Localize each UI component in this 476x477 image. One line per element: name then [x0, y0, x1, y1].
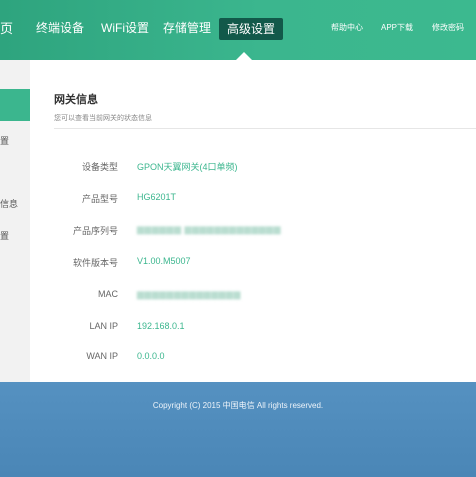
sidebar-item-5[interactable]: 信息: [0, 197, 30, 210]
nav-advanced-settings[interactable]: 高级设置: [219, 18, 284, 40]
serial-number-value: ▆▆▆▆▆▆ ▆▆▆▆▆▆▆▆▆▆▆▆▆: [137, 224, 282, 234]
device-type-value: GPON天翼网关(4口单频): [137, 162, 238, 172]
panel-title: 网关信息: [54, 94, 98, 106]
serial-number-label: 产品序列号: [72, 226, 118, 236]
device-type-label: 设备类型: [81, 162, 118, 172]
sidebar-item-1[interactable]: [0, 70, 30, 86]
sidebar: 置 信息 置: [0, 60, 30, 382]
sidebar-item-gateway-info[interactable]: [0, 89, 30, 121]
sidebar-item-3[interactable]: 置: [0, 134, 30, 147]
sidebar-item-6[interactable]: 置: [0, 229, 30, 242]
brand-title: 页: [0, 21, 14, 36]
lan-ip-value: 192.168.0.1: [137, 321, 185, 331]
change-password-link[interactable]: 修改密码: [432, 22, 464, 33]
nav-wifi-settings[interactable]: WiFi设置: [101, 0, 149, 60]
mac-label: MAC: [98, 289, 118, 299]
nav-storage-management[interactable]: 存储管理: [163, 0, 211, 60]
lan-ip-label: LAN IP: [89, 321, 118, 331]
software-version-label: 软件版本号: [72, 258, 118, 268]
nav-terminal-devices[interactable]: 终端设备: [36, 0, 84, 60]
wan-ip-label: WAN IP: [86, 351, 118, 361]
help-center-link[interactable]: 帮助中心: [331, 22, 363, 33]
mac-value: ▆▆▆▆▆▆▆▆▆▆▆▆▆▆: [137, 289, 241, 299]
panel-subtitle: 您可以查看当前网关的状态信息: [54, 115, 152, 122]
copyright-text: Copyright (C) 2015 中国电信 All rights reser…: [152, 401, 324, 410]
top-header: 页 终端设备 WiFi设置 存储管理 高级设置 帮助中心 APP下载 修改密码: [0, 0, 476, 61]
product-model-value: HG6201T: [137, 192, 177, 202]
software-version-value: V1.00.M5007: [137, 256, 191, 266]
product-model-label: 产品型号: [81, 194, 118, 204]
footer: Copyright (C) 2015 中国电信 All rights reser…: [0, 382, 476, 477]
gateway-info-panel: 网关信息 您可以查看当前网关的状态信息 设备类型 GPON天翼网关(4口单频) …: [30, 60, 476, 382]
divider: [54, 128, 476, 129]
wan-ip-value: 0.0.0.0: [137, 351, 165, 361]
app-download-link[interactable]: APP下载: [381, 22, 413, 33]
